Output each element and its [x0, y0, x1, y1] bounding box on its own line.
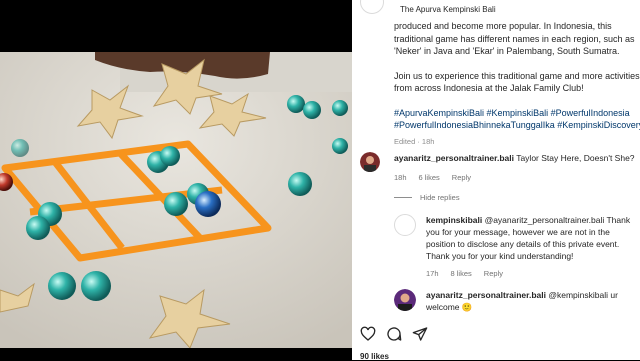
reply-text-line: Thank you for your kind understanding!	[426, 251, 574, 261]
reply: ayanaritz_personaltrainer.bali @kempinsk…	[394, 289, 640, 313]
comment-username[interactable]: ayanaritz_personaltrainer.bali	[394, 153, 514, 163]
commenter-avatar[interactable]	[360, 152, 380, 172]
reply: kempinskibali @ayanaritz_personaltrainer…	[394, 214, 640, 280]
hashtag-line[interactable]: #ApurvaKempinskiBali #KempinskiBali #Pow…	[394, 107, 640, 120]
caption-meta: Edited · 18h	[394, 136, 435, 146]
caption-line: traditional game has different names in …	[394, 33, 635, 44]
comment-text: Taylor Stay Here, Doesn't She?	[514, 153, 635, 163]
comment-icon[interactable]	[386, 326, 402, 346]
hide-replies-toggle[interactable]: Hide replies	[394, 193, 460, 202]
post-actions	[360, 326, 428, 346]
hashtag-line[interactable]: #PowerfulIndonesiaBhinnekaTunggalIka #Ke…	[394, 119, 640, 132]
caption-line: from across Indonesia at the Jalak Famil…	[394, 83, 584, 93]
post-header: The Apurva Kempinski Bali	[360, 0, 496, 14]
replier-avatar[interactable]	[394, 289, 416, 311]
reply-text-line: welcome 🙂	[426, 302, 473, 312]
share-icon[interactable]	[412, 326, 428, 346]
reply-time: 17h	[426, 269, 439, 278]
reply-text-line: @ayanaritz_personaltrainer.bali Thank	[482, 215, 631, 225]
comment-time: 18h	[394, 173, 407, 182]
hide-replies-label: Hide replies	[420, 193, 460, 202]
reply-text-line: you for your message, however we are not…	[426, 227, 610, 237]
caption-line: produced and become more popular. In Ind…	[394, 21, 612, 31]
heart-icon[interactable]	[360, 326, 376, 346]
post-details-panel: The Apurva Kempinski Bali produced and b…	[352, 0, 640, 360]
comment: ayanaritz_personaltrainer.bali Taylor St…	[360, 152, 640, 184]
reply-username[interactable]: kempinskibali	[426, 215, 482, 225]
marbles-game-image	[0, 52, 352, 348]
comment-reply-button[interactable]: Reply	[452, 172, 471, 184]
post-photo[interactable]	[0, 52, 352, 348]
account-name[interactable]: The Apurva Kempinski Bali	[400, 5, 496, 14]
reply-likes[interactable]: 8 likes	[451, 268, 472, 280]
reply-username[interactable]: ayanaritz_personaltrainer.bali	[426, 290, 546, 300]
post-caption: produced and become more popular. In Ind…	[394, 20, 640, 148]
replier-avatar[interactable]	[394, 214, 416, 236]
reply-reply-button[interactable]: Reply	[484, 268, 503, 280]
caption-line: Join us to experience this traditional g…	[394, 70, 640, 81]
comment-likes[interactable]: 6 likes	[419, 172, 440, 184]
caption-line: 'Neker' in Java and 'Ekar' in Palembang,…	[394, 46, 620, 56]
reply-text-line: @kempinskibali ur	[546, 290, 618, 300]
post-media-panel	[0, 0, 352, 360]
account-avatar[interactable]	[360, 0, 384, 14]
reply-text-line: position to disclose any details of this…	[426, 239, 620, 249]
